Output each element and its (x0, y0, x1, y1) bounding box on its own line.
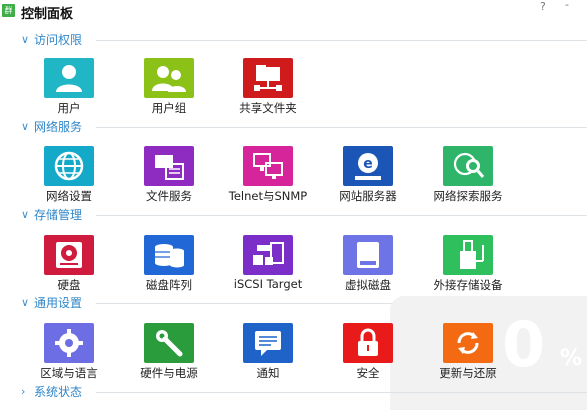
item-network-settings[interactable]: 网络设置 (19, 146, 119, 206)
item-label: 共享文件夹 (239, 101, 297, 115)
item-file-service[interactable]: 文件服务 (119, 146, 219, 206)
item-label: 通知 (256, 366, 280, 380)
external-storage-icon (443, 235, 493, 275)
section-header-network-services[interactable]: ∨ 网络服务 (0, 118, 587, 136)
app-logo-icon: 群 (2, 4, 15, 17)
usage-unit: % (560, 346, 583, 371)
hard-disk-icon (44, 235, 94, 275)
item-virtual-disk[interactable]: 虚拟磁盘 (318, 235, 418, 295)
section-header-system-status[interactable]: › 系统状态 (0, 383, 587, 401)
wrench-icon (144, 323, 194, 363)
iscsi-icon (243, 235, 293, 275)
chevron-down-icon: ∨ (21, 208, 30, 221)
web-server-icon: e (343, 146, 393, 186)
section-label: 系统状态 (34, 385, 83, 399)
item-region-language[interactable]: 区域与语言 (19, 323, 119, 383)
section-header-access-rights[interactable]: ∨ 访问权限 (0, 31, 587, 49)
item-label: 网站服务器 (339, 189, 397, 203)
item-label: 外接存储设备 (433, 278, 503, 292)
gear-icon (44, 323, 94, 363)
notification-icon (243, 323, 293, 363)
item-label: 网络设置 (46, 189, 92, 203)
section-header-storage-management[interactable]: ∨ 存储管理 (0, 206, 587, 224)
item-label: 虚拟磁盘 (345, 278, 391, 292)
item-iscsi-target[interactable]: iSCSI Target (218, 235, 318, 295)
chevron-down-icon: ∨ (21, 296, 30, 309)
svg-text:e: e (363, 156, 373, 172)
item-external-storage[interactable]: 外接存储设备 (418, 235, 518, 295)
virtual-disk-icon (343, 235, 393, 275)
shared-folder-icon (243, 58, 293, 98)
item-label: 硬盘 (57, 278, 81, 292)
minimize-button[interactable]: - (565, 0, 569, 11)
item-label: 硬件与电源 (140, 366, 198, 380)
item-update-restore[interactable]: 更新与还原 (418, 323, 518, 383)
lock-icon (343, 323, 393, 363)
item-raid[interactable]: 磁盘阵列 (119, 235, 219, 295)
item-hard-disk[interactable]: 硬盘 (19, 235, 119, 295)
item-user[interactable]: 用户 (19, 58, 119, 118)
item-label: 网络探索服务 (433, 189, 503, 203)
update-icon (443, 323, 493, 363)
section-divider (96, 392, 587, 393)
item-label: 用户 (57, 101, 81, 115)
item-telnet-snmp[interactable]: Telnet与SNMP (218, 146, 318, 206)
item-shared-folder[interactable]: 共享文件夹 (218, 58, 318, 118)
item-label: 更新与还原 (439, 366, 497, 380)
globe-icon (44, 146, 94, 186)
chevron-down-icon: ∨ (21, 33, 30, 46)
item-security[interactable]: 安全 (318, 323, 418, 383)
item-web-server[interactable]: e 网站服务器 (318, 146, 418, 206)
section-label: 网络服务 (34, 120, 83, 134)
item-label: 区域与语言 (40, 366, 98, 380)
section-divider (96, 215, 587, 216)
item-notification[interactable]: 通知 (218, 323, 318, 383)
user-icon (44, 58, 94, 98)
help-button[interactable]: ? (540, 0, 546, 13)
user-group-icon (144, 58, 194, 98)
raid-icon (144, 235, 194, 275)
section-label: 存储管理 (34, 208, 83, 222)
window-title: 控制面板 (21, 7, 74, 22)
item-network-discovery[interactable]: 网络探索服务 (418, 146, 518, 206)
item-hardware-power[interactable]: 硬件与电源 (119, 323, 219, 383)
network-discovery-icon (443, 146, 493, 186)
monitors-icon (243, 146, 293, 186)
item-label: Telnet与SNMP (228, 189, 308, 203)
section-label: 通用设置 (34, 296, 83, 310)
section-divider (96, 127, 587, 128)
item-label: iSCSI Target (233, 277, 303, 291)
item-label: 磁盘阵列 (146, 278, 192, 292)
item-label: 用户组 (151, 101, 187, 115)
title-bar: 群 控制面板 ? - (0, 0, 587, 22)
item-label: 文件服务 (146, 189, 192, 203)
section-divider (96, 40, 587, 41)
chevron-right-icon: › (21, 385, 26, 398)
chevron-down-icon: ∨ (21, 120, 30, 133)
section-label: 访问权限 (34, 33, 83, 47)
item-label: 安全 (356, 366, 380, 380)
item-user-group[interactable]: 用户组 (119, 58, 219, 118)
file-service-icon (144, 146, 194, 186)
